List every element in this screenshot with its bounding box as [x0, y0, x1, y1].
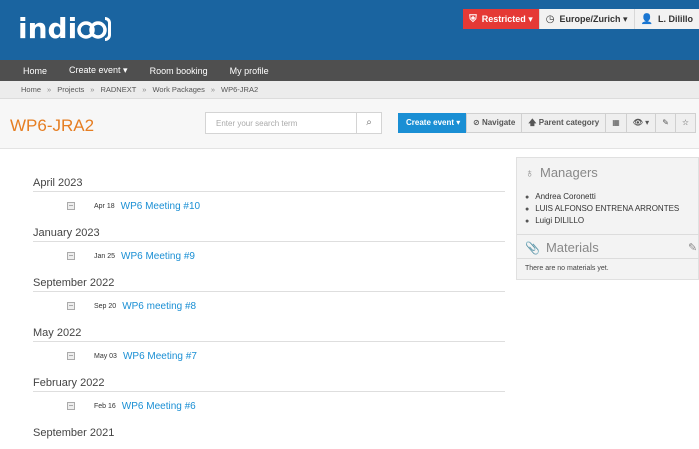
materials-title: Materials [545, 240, 599, 255]
list-item: Apr 18 WP6 Meeting #10 [67, 199, 503, 213]
nav-my-profile[interactable]: My profile [230, 66, 269, 76]
view-eye-icon[interactable]: 👁 ▾ [625, 113, 657, 133]
user-label: L. Dilillo [658, 14, 693, 24]
crumb-work-packages[interactable]: Work Packages [152, 85, 204, 94]
logo-text: indi [18, 12, 78, 45]
parent-category-label: Parent category [538, 118, 600, 127]
search-icon[interactable]: ⌕ [357, 112, 382, 134]
category-toolbar: ⊘ Navigate 🡅 Parent category ▦ 👁 ▾ ✎ ☆ [466, 113, 697, 133]
managers-title: Managers [540, 165, 598, 180]
manager-item: ● LUIS ALFONSO ENTRENA ARRONTES [525, 204, 679, 213]
award-icon: ♁ [525, 166, 534, 180]
category-title-bar: WP6-JRA2 Enter your search term ⌕ Create… [0, 99, 699, 149]
paperclip-icon: 📎 [525, 241, 540, 255]
calendar-icon[interactable]: ▦ [605, 113, 627, 133]
manager-item: ● Luigi DILILLO [525, 216, 584, 225]
calendar-icon [67, 252, 75, 260]
navigate-button[interactable]: ⊘ Navigate [466, 113, 523, 133]
compass-icon: ⊘ [473, 118, 482, 127]
no-materials-text: There are no materials yet. [525, 265, 609, 272]
manager-item: ● Andrea Coronetti [525, 192, 596, 201]
timezone-selector[interactable]: ◷ Europe/Zurich ▾ [538, 9, 634, 29]
header-bar: indi ⛨ Restricted ▾ ◷ Europe/Zurich ▾ 👤 L. … [0, 0, 699, 60]
event-date: Sep 20 [94, 302, 117, 310]
event-date: Feb 16 [94, 402, 116, 410]
manager-name: LUIS ALFONSO ENTRENA ARRONTES [535, 204, 680, 213]
event-link[interactable]: WP6 Meeting #10 [121, 201, 201, 212]
timezone-label: Europe/Zurich ▾ [559, 13, 628, 24]
page-title: WP6-JRA2 [10, 116, 95, 135]
calendar-icon [67, 352, 75, 360]
manager-name: Andrea Coronetti [535, 192, 596, 201]
month-header: September 2021 [33, 427, 115, 439]
status-pills: ⛨ Restricted ▾ ◷ Europe/Zurich ▾ 👤 L. Dilil… [463, 9, 699, 29]
indico-logo[interactable]: indi [18, 12, 112, 45]
calendar-icon [67, 402, 75, 410]
user-icon: ● [525, 194, 530, 201]
month-header: September 2022 [33, 277, 505, 292]
sidebar: ♁ Managers ● Andrea Coronetti ● LUIS ALFONS… [516, 157, 699, 280]
event-link[interactable]: WP6 Meeting #7 [123, 351, 197, 362]
crumb-home[interactable]: Home [21, 85, 41, 94]
event-link[interactable]: WP6 meeting #8 [122, 301, 196, 312]
restricted-label: Restricted ▾ [481, 13, 533, 24]
sidebar-divider [517, 258, 699, 259]
month-header: May 2022 [33, 327, 505, 342]
month-header: April 2023 [33, 177, 505, 192]
nav-room-booking[interactable]: Room booking [150, 66, 208, 76]
event-list: April 2023 Apr 18 WP6 Meeting #10 Januar… [33, 177, 505, 448]
search-input[interactable]: Enter your search term [205, 112, 357, 134]
sidebar-divider [517, 234, 699, 235]
restricted-badge[interactable]: ⛨ Restricted ▾ [463, 9, 539, 29]
manager-name: Luigi DILILLO [535, 216, 585, 225]
list-item: Sep 20 WP6 meeting #8 [67, 299, 503, 313]
edit-pencil-icon[interactable]: ✎ [655, 113, 676, 133]
event-date: Apr 18 [94, 202, 115, 210]
calendar-icon [67, 302, 75, 310]
create-event-button[interactable]: Create event ▾ [398, 113, 469, 133]
arrow-up-icon: 🡅 [528, 118, 539, 127]
clock-icon: ◷ [545, 13, 555, 25]
parent-category-button[interactable]: 🡅 Parent category [521, 113, 607, 133]
month-header: January 2023 [33, 227, 505, 242]
main-nav: Home Create event ▾ Room booking My prof… [0, 60, 699, 81]
managers-heading: ♁ Managers [525, 165, 598, 180]
favorite-star-icon[interactable]: ☆ [674, 113, 697, 133]
event-date: Jan 25 [94, 252, 116, 260]
crumb-projects[interactable]: Projects [57, 85, 84, 94]
event-link[interactable]: WP6 Meeting #9 [121, 251, 195, 262]
navigate-label: Navigate [481, 118, 516, 127]
nav-home[interactable]: Home [23, 66, 47, 76]
edit-materials-icon[interactable]: ✎ [688, 241, 697, 254]
list-item: Feb 16 WP6 Meeting #6 [67, 399, 503, 413]
nav-create-event[interactable]: Create event ▾ [69, 65, 128, 76]
event-link[interactable]: WP6 Meeting #6 [122, 401, 196, 412]
month-header: February 2022 [33, 377, 505, 392]
user-icon: 👤 [640, 13, 653, 25]
breadcrumb: Home» Projects» RADNEXT» Work Packages» … [0, 81, 699, 99]
crumb-current: WP6-JRA2 [221, 85, 259, 94]
materials-heading: 📎 Materials [525, 240, 599, 255]
crumb-radnext[interactable]: RADNEXT [100, 85, 136, 94]
user-menu[interactable]: 👤 L. Dilillo [633, 9, 699, 29]
list-item: May 03 WP6 Meeting #7 [67, 349, 503, 363]
logo-loop-icon [77, 17, 107, 41]
shield-icon: ⛨ [469, 13, 477, 25]
event-date: May 03 [94, 352, 117, 360]
user-icon: ● [525, 206, 530, 213]
calendar-icon [67, 202, 75, 210]
list-item: Jan 25 WP6 Meeting #9 [67, 249, 503, 263]
user-icon: ● [525, 218, 530, 225]
